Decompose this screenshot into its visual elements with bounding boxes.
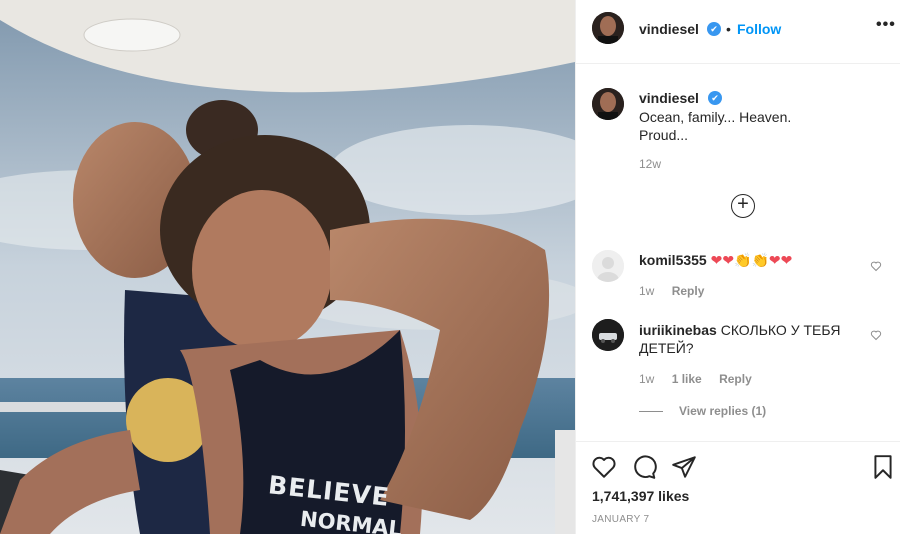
follow-button[interactable]: Follow [737,21,781,37]
like-comment-heart-icon[interactable] [870,260,882,272]
like-heart-icon[interactable] [591,454,617,480]
save-bookmark-icon[interactable] [870,454,896,480]
commenter-avatar[interactable] [592,319,624,351]
post-actions: 1,741,397 likes JANUARY 7 [576,441,900,534]
comment-username[interactable]: iuriikinebas [639,322,717,338]
caption-text: Ocean, family... Heaven. Proud... [639,109,792,143]
verified-icon: ✔ [708,91,722,105]
author-avatar[interactable] [592,12,624,44]
comment-text: ❤❤👏👏❤❤ [710,252,793,268]
caption-timestamp[interactable]: 12w [639,157,661,171]
post-side-panel: vindiesel ✔ • Follow ••• vindiesel ✔ Oce… [575,0,900,534]
view-replies-button[interactable]: View replies (1) [639,404,766,418]
reply-button[interactable]: Reply [672,284,705,298]
caption-author-username[interactable]: vindiesel [639,90,699,106]
post-header: vindiesel ✔ • Follow ••• [576,0,900,64]
verified-icon: ✔ [707,22,721,36]
comment-meta: 1w 1 like Reply [639,372,766,386]
comment-text-line: iuriikinebas СКОЛЬКО У ТЕБЯ ДЕТЕЙ? [639,321,854,357]
comment-time[interactable]: 1w [639,372,654,386]
comment-meta: 1w Reply [639,284,718,298]
author-username[interactable]: vindiesel [639,21,699,37]
view-replies-label: View replies (1) [679,404,767,418]
separator-dot: • [726,21,731,37]
commenter-avatar[interactable] [592,250,624,282]
comment-text-line: komil5355 ❤❤👏👏❤❤ [639,251,792,269]
caption-author-avatar[interactable] [592,88,624,120]
like-comment-heart-icon[interactable] [870,329,882,341]
comment-time[interactable]: 1w [639,284,654,298]
reply-button[interactable]: Reply [719,372,752,386]
post-dialog: BELIEVE NORMAL vindiesel ✔ • Follow ••• … [0,0,900,534]
comment-likes-count[interactable]: 1 like [672,372,702,386]
load-more-comments-icon[interactable]: + [731,194,755,218]
comment-username[interactable]: komil5355 [639,252,707,268]
more-options-icon[interactable]: ••• [876,16,896,34]
post-date[interactable]: JANUARY 7 [592,514,649,525]
comment-bubble-icon[interactable] [631,454,657,480]
share-paper-plane-icon[interactable] [671,454,697,480]
post-photo-image [0,0,575,534]
likes-count[interactable]: 1,741,397 likes [592,488,689,504]
view-replies-line [639,411,663,413]
post-photo: BELIEVE NORMAL [0,0,575,534]
